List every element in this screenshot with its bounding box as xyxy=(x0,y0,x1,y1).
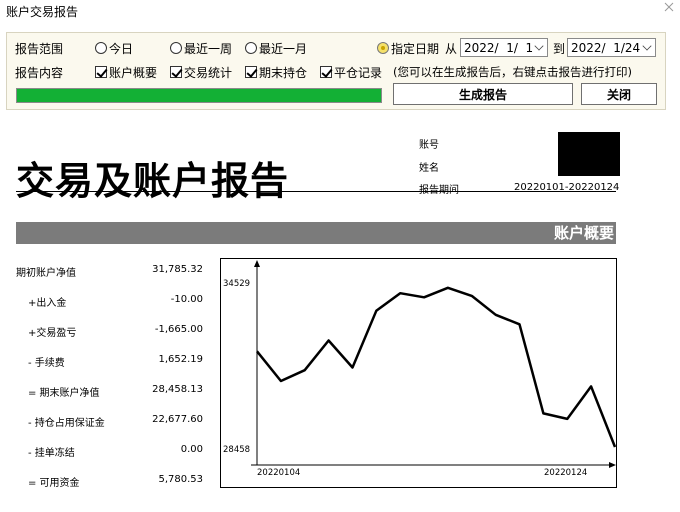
radio-today[interactable]: 今日 xyxy=(95,40,133,56)
summary-value: 1,652.19 xyxy=(158,354,203,365)
title-bar: 账户交易报告 xyxy=(0,0,680,22)
close-button[interactable]: 关闭 xyxy=(581,83,657,105)
equity-chart-svg: 34529 28458 20220104 20220124 xyxy=(223,260,617,478)
account-label: 账号 xyxy=(419,140,439,151)
check-account-summary[interactable]: 账户概要 xyxy=(95,64,157,80)
summary-value: 28,458.13 xyxy=(152,384,203,395)
radio-last-month[interactable]: 最近一月 xyxy=(245,40,307,56)
checkbox-icon xyxy=(170,66,182,78)
y-tick-label-min: 28458 xyxy=(223,445,250,455)
check-label: 交易统计 xyxy=(184,65,233,80)
name-label: 姓名 xyxy=(419,163,439,174)
radio-icon xyxy=(245,42,257,54)
check-label: 期末持仓 xyxy=(259,65,308,80)
range-label: 报告范围 xyxy=(15,42,64,56)
title-underline xyxy=(16,191,616,192)
summary-label: +出入金 xyxy=(28,298,67,309)
check-label: 平仓记录 xyxy=(334,65,383,80)
radio-label: 最近一月 xyxy=(259,41,308,56)
chevron-down-icon[interactable] xyxy=(534,41,544,51)
window-title: 账户交易报告 xyxy=(6,5,79,19)
progress-bar xyxy=(16,88,382,103)
report-title: 交易及账户报告 xyxy=(16,159,290,203)
summary-label: = 期末账户净值 xyxy=(28,388,100,399)
summary-label: = 可用资金 xyxy=(28,478,80,489)
summary-label: - 手续费 xyxy=(28,358,65,369)
x-axis-arrow-icon xyxy=(609,462,616,468)
check-label: 账户概要 xyxy=(109,65,158,80)
chevron-down-icon[interactable] xyxy=(642,41,652,51)
radio-label: 今日 xyxy=(109,41,134,56)
y-tick-label-max: 34529 xyxy=(223,279,250,289)
summary-value: 22,677.60 xyxy=(152,414,203,425)
from-date-picker[interactable]: 2022/ 1/ 1 xyxy=(460,38,548,57)
summary-value: -10.00 xyxy=(170,294,203,305)
radio-icon xyxy=(377,42,389,54)
period-label: 报告期间 xyxy=(419,181,459,196)
y-axis-arrow-icon xyxy=(254,260,260,267)
generate-report-button[interactable]: 生成报告 xyxy=(393,83,573,105)
summary-value: -1,665.00 xyxy=(154,324,203,335)
summary-value: 0.00 xyxy=(180,444,203,455)
check-close-records[interactable]: 平仓记录 xyxy=(320,64,382,80)
print-hint: (您可以在生成报告后，右键点击报告进行打印) xyxy=(393,65,632,79)
check-ending-positions[interactable]: 期末持仓 xyxy=(245,64,307,80)
to-date-picker[interactable]: 2022/ 1/24 xyxy=(567,38,656,57)
summary-value: 5,780.53 xyxy=(158,474,203,485)
to-date-value: 2022/ 1/24 xyxy=(571,40,641,55)
radio-custom-date[interactable]: 指定日期 xyxy=(377,40,439,56)
content-label: 报告内容 xyxy=(15,66,64,80)
radio-last-week[interactable]: 最近一周 xyxy=(170,40,232,56)
check-trade-stats[interactable]: 交易统计 xyxy=(170,64,232,80)
x-tick-label-end: 20220124 xyxy=(544,468,587,478)
equity-chart: 34529 28458 20220104 20220124 xyxy=(220,258,617,488)
summary-label: - 挂单冻结 xyxy=(28,448,75,459)
radio-label: 最近一周 xyxy=(184,41,233,56)
report-preview[interactable]: 账号 姓名 报告期间 20220101-20220124 交易及账户报告 账户概… xyxy=(0,118,680,512)
summary-label: 期初账户净值 xyxy=(16,268,76,279)
summary-label: +交易盈亏 xyxy=(28,328,77,339)
close-window-icon[interactable] xyxy=(664,2,674,12)
options-panel: 报告范围 今日 最近一周 最近一月 指定日期 从 2022/ 1/ 1 到 20… xyxy=(6,32,666,110)
to-label: 到 xyxy=(553,42,566,56)
section-header-account-summary: 账户概要 xyxy=(16,222,616,244)
summary-label: - 持仓占用保证金 xyxy=(28,418,105,429)
from-label: 从 xyxy=(445,42,458,56)
equity-series-line xyxy=(256,286,617,448)
checkbox-icon xyxy=(320,66,332,78)
summary-value: 31,785.32 xyxy=(152,264,203,275)
radio-label: 指定日期 xyxy=(391,41,440,56)
checkbox-icon xyxy=(95,66,107,78)
radio-icon xyxy=(95,42,107,54)
progress-fill xyxy=(17,89,381,102)
from-date-value: 2022/ 1/ 1 xyxy=(464,40,534,55)
radio-icon xyxy=(170,42,182,54)
checkbox-icon xyxy=(245,66,257,78)
redacted-block xyxy=(558,132,620,176)
x-tick-label-start: 20220104 xyxy=(257,468,300,478)
